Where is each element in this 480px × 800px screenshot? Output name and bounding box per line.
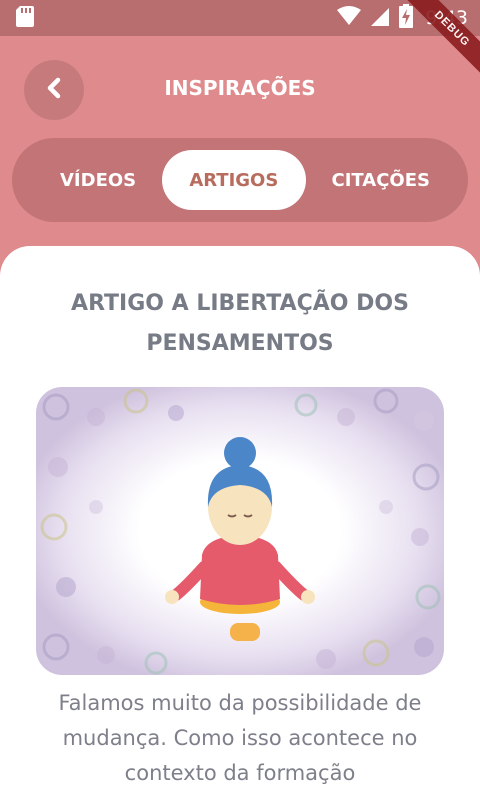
- cell-signal-icon: [369, 6, 391, 30]
- content-card: ARTIGO A LIBERTAÇÃO DOS PENSAMENTOS Fala…: [0, 246, 480, 800]
- app-header: INSPIRAÇÕES: [0, 36, 480, 136]
- category-tabs: VÍDEOS ARTIGOS CITAÇÕES: [12, 138, 468, 222]
- status-bar: 9:43 DEBUG: [0, 0, 480, 80]
- battery-charging-icon: [399, 4, 414, 32]
- article-illustration[interactable]: [36, 387, 444, 675]
- article-title: ARTIGO A LIBERTAÇÃO DOS PENSAMENTOS: [71, 291, 409, 356]
- sd-card-icon: [16, 5, 34, 31]
- tab-citacoes[interactable]: CITAÇÕES: [331, 170, 430, 191]
- page-title: INSPIRAÇÕES: [164, 76, 316, 100]
- tab-videos[interactable]: VÍDEOS: [60, 170, 136, 191]
- wifi-icon: [337, 6, 362, 30]
- tab-artigos[interactable]: ARTIGOS: [161, 150, 306, 210]
- article-excerpt: Falamos muito da possibilidade de mudanç…: [58, 691, 422, 785]
